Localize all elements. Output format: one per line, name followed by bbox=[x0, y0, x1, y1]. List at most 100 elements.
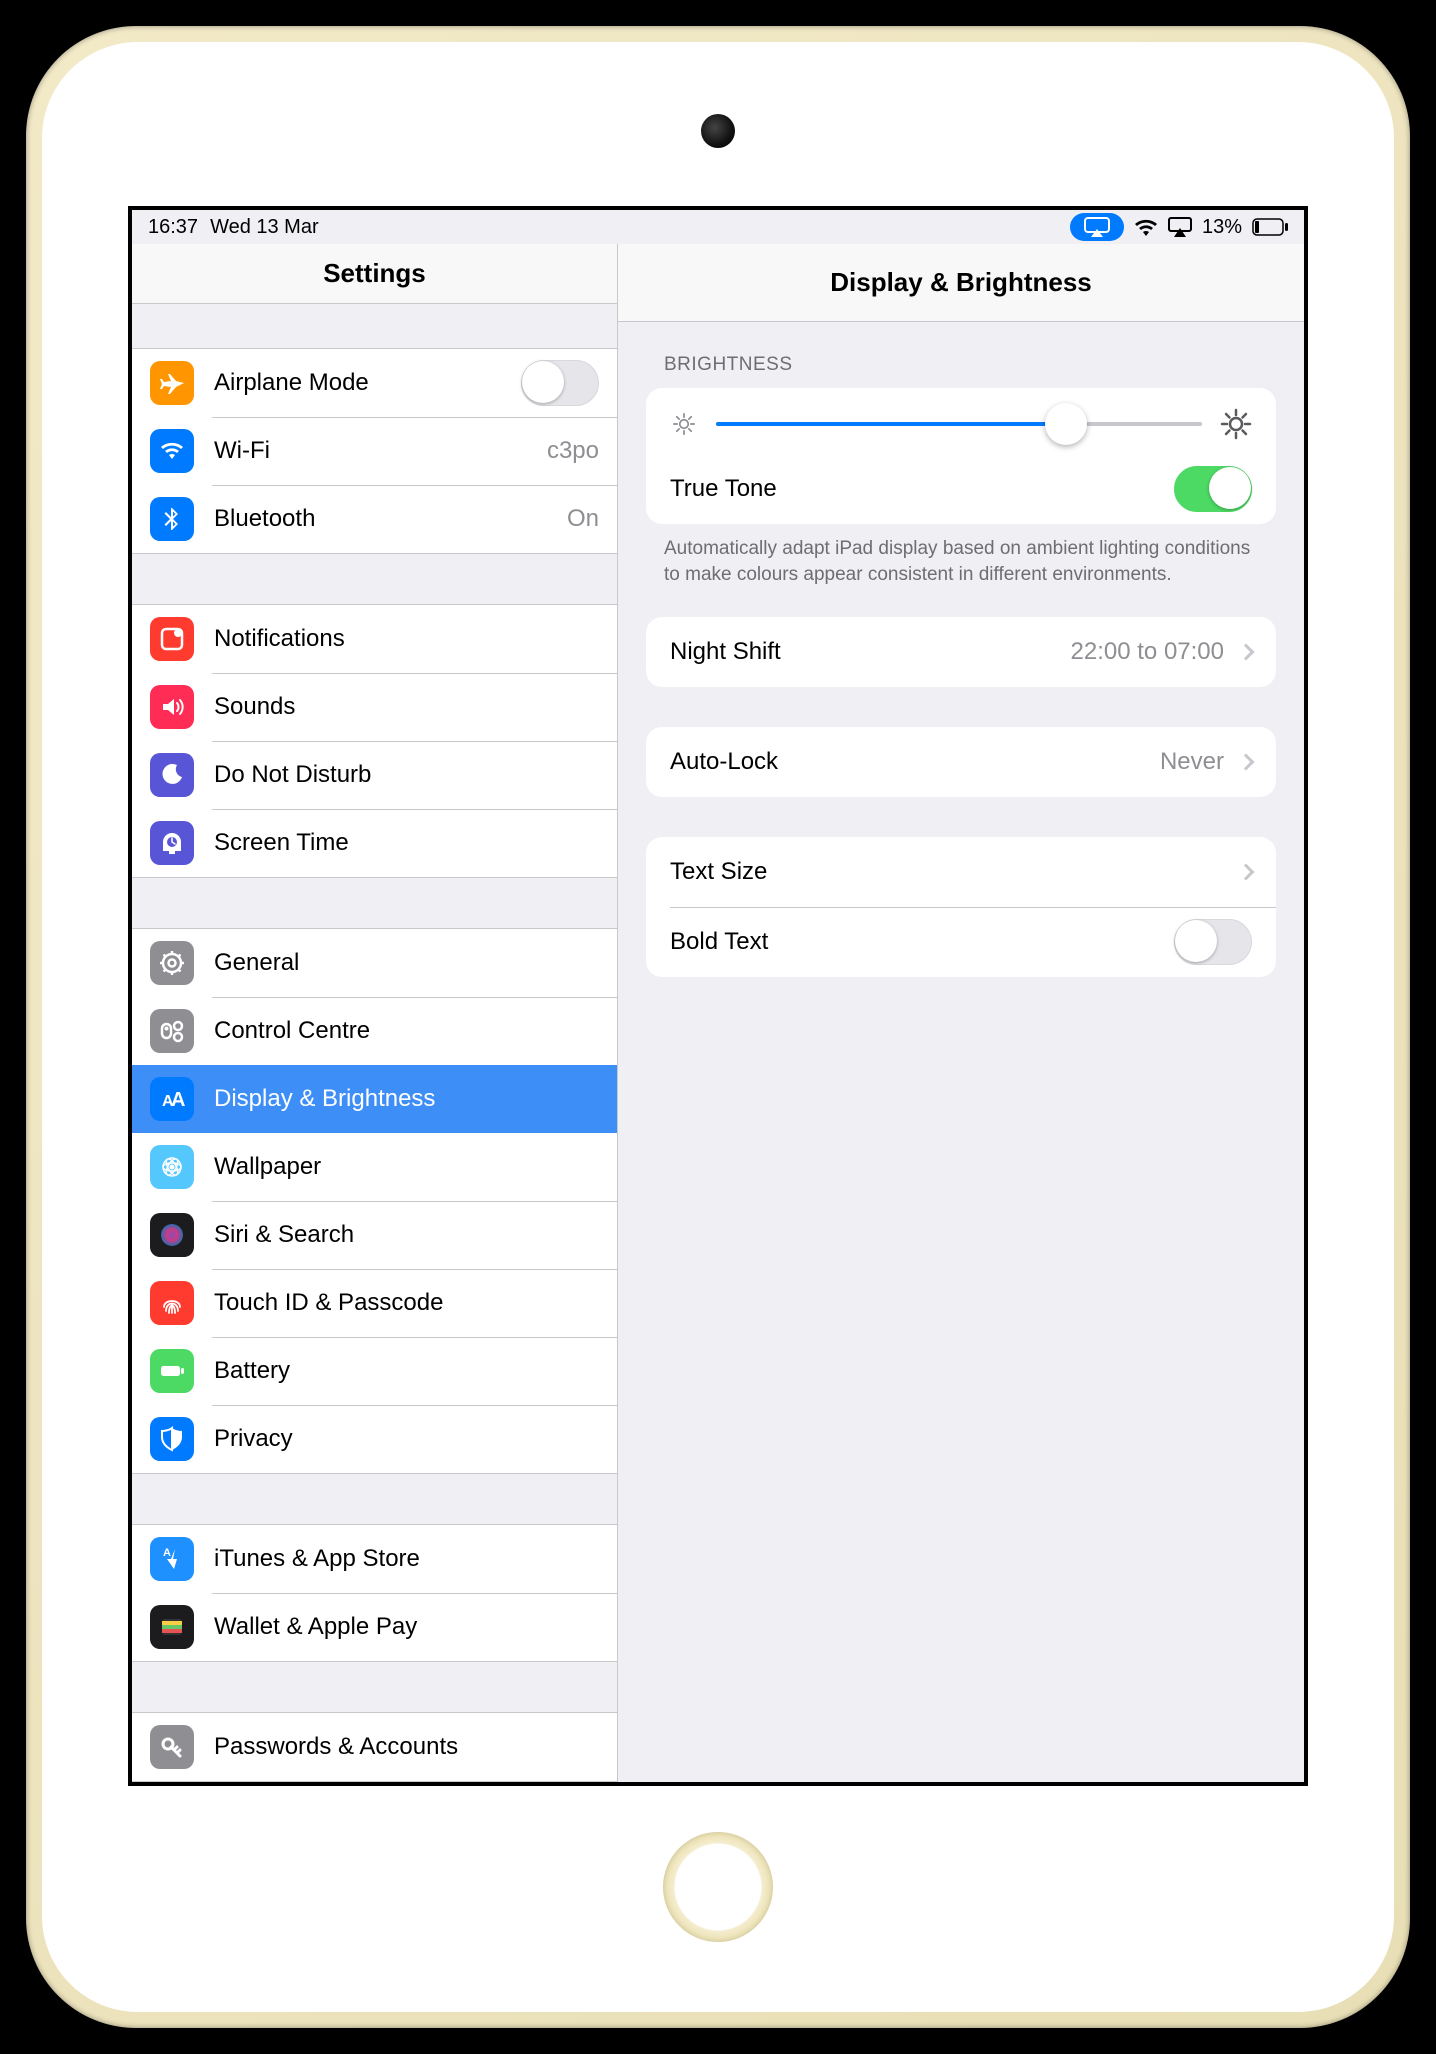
auto-lock-card: Auto-Lock Never bbox=[646, 727, 1276, 797]
sidebar-item-dnd[interactable]: Do Not Disturb bbox=[132, 741, 617, 809]
status-date: Wed 13 Mar bbox=[210, 216, 319, 239]
true-tone-toggle[interactable] bbox=[1174, 466, 1252, 512]
night-shift-row[interactable]: Night Shift 22:00 to 07:00 bbox=[646, 617, 1276, 687]
siri-icon bbox=[150, 1213, 194, 1257]
chevron-right-icon bbox=[1238, 644, 1255, 661]
display-icon: AA bbox=[150, 1077, 194, 1121]
text-size-label: Text Size bbox=[670, 858, 1234, 886]
sidebar-item-label: Bluetooth bbox=[214, 505, 567, 533]
sidebar-item-value: On bbox=[567, 505, 599, 533]
sidebar-item-label: Sounds bbox=[214, 693, 599, 721]
auto-lock-row[interactable]: Auto-Lock Never bbox=[646, 727, 1276, 797]
text-size-row[interactable]: Text Size bbox=[646, 837, 1276, 907]
passwords-icon bbox=[150, 1725, 194, 1769]
true-tone-footer: Automatically adapt iPad display based o… bbox=[646, 536, 1276, 617]
bold-text-label: Bold Text bbox=[670, 928, 1174, 956]
notifications-icon bbox=[150, 617, 194, 661]
detail-title: Display & Brightness bbox=[618, 244, 1304, 322]
sidebar-item-label: Battery bbox=[214, 1357, 599, 1385]
sidebar-item-notifications[interactable]: Notifications bbox=[132, 605, 617, 673]
true-tone-row: True Tone bbox=[646, 454, 1276, 524]
controlcentre-icon bbox=[150, 1009, 194, 1053]
sidebar-item-screentime[interactable]: Screen Time bbox=[132, 809, 617, 877]
detail-pane: Display & Brightness BRIGHTNESS bbox=[618, 244, 1304, 1782]
brightness-header: BRIGHTNESS bbox=[646, 322, 1276, 388]
sidebar-item-label: Control Centre bbox=[214, 1017, 599, 1045]
sidebar-item-wifi[interactable]: Wi-Fic3po bbox=[132, 417, 617, 485]
sounds-icon bbox=[150, 685, 194, 729]
sidebar-item-label: iTunes & App Store bbox=[214, 1545, 599, 1573]
airplane-icon bbox=[150, 361, 194, 405]
sidebar-item-label: Airplane Mode bbox=[214, 369, 521, 397]
sidebar-item-label: Do Not Disturb bbox=[214, 761, 599, 789]
screentime-icon bbox=[150, 821, 194, 865]
sidebar-item-label: General bbox=[214, 949, 599, 977]
sidebar-item-bluetooth[interactable]: BluetoothOn bbox=[132, 485, 617, 553]
bluetooth-icon bbox=[150, 497, 194, 541]
battery-percent: 13% bbox=[1202, 216, 1242, 239]
sidebar-item-privacy[interactable]: Privacy bbox=[132, 1405, 617, 1473]
brightness-slider[interactable] bbox=[716, 422, 1202, 426]
touchid-icon bbox=[150, 1281, 194, 1325]
sidebar-item-label: Touch ID & Passcode bbox=[214, 1289, 599, 1317]
screen-mirroring-pill[interactable] bbox=[1070, 213, 1124, 241]
bold-text-toggle[interactable] bbox=[1174, 919, 1252, 965]
status-bar: 16:37 Wed 13 Mar 13% bbox=[132, 210, 1304, 244]
sidebar-item-label: Wallpaper bbox=[214, 1153, 599, 1181]
night-shift-label: Night Shift bbox=[670, 638, 1071, 666]
sun-large-icon bbox=[1220, 408, 1252, 440]
sidebar-item-sounds[interactable]: Sounds bbox=[132, 673, 617, 741]
auto-lock-value: Never bbox=[1160, 748, 1224, 776]
wifi-icon bbox=[1134, 218, 1158, 236]
airplay-icon bbox=[1168, 217, 1192, 237]
brightness-slider-thumb[interactable] bbox=[1045, 403, 1087, 445]
true-tone-label: True Tone bbox=[670, 475, 1174, 503]
sidebar-item-label: Siri & Search bbox=[214, 1221, 599, 1249]
chevron-right-icon bbox=[1238, 754, 1255, 771]
sidebar-title: Settings bbox=[132, 244, 617, 304]
battery-icon bbox=[150, 1349, 194, 1393]
svg-text:A: A bbox=[171, 1089, 185, 1111]
ipad-frame-inner: 16:37 Wed 13 Mar 13% bbox=[42, 42, 1394, 2012]
home-button[interactable] bbox=[663, 1832, 773, 1942]
sidebar-item-airplane[interactable]: Airplane Mode bbox=[132, 349, 617, 417]
bold-text-row: Bold Text bbox=[646, 907, 1276, 977]
screen-border: 16:37 Wed 13 Mar 13% bbox=[128, 206, 1308, 1786]
night-shift-value: 22:00 to 07:00 bbox=[1071, 638, 1224, 666]
auto-lock-label: Auto-Lock bbox=[670, 748, 1160, 776]
sidebar-item-controlcentre[interactable]: Control Centre bbox=[132, 997, 617, 1065]
ipad-frame-outer: 16:37 Wed 13 Mar 13% bbox=[26, 26, 1410, 2028]
sidebar-item-general[interactable]: General bbox=[132, 929, 617, 997]
wallet-icon bbox=[150, 1605, 194, 1649]
sidebar-item-label: Privacy bbox=[214, 1425, 599, 1453]
front-camera bbox=[701, 114, 735, 148]
sidebar-item-passwords[interactable]: Passwords & Accounts bbox=[132, 1713, 617, 1781]
battery-icon bbox=[1252, 218, 1288, 236]
wallpaper-icon bbox=[150, 1145, 194, 1189]
sidebar-item-siri[interactable]: Siri & Search bbox=[132, 1201, 617, 1269]
sun-small-icon bbox=[672, 412, 696, 436]
sidebar-item-wallet[interactable]: Wallet & Apple Pay bbox=[132, 1593, 617, 1661]
general-icon bbox=[150, 941, 194, 985]
sidebar-item-touchid[interactable]: Touch ID & Passcode bbox=[132, 1269, 617, 1337]
sidebar-item-wallpaper[interactable]: Wallpaper bbox=[132, 1133, 617, 1201]
itunes-icon: A bbox=[150, 1537, 194, 1581]
sidebar-item-display[interactable]: AA Display & Brightness bbox=[132, 1065, 617, 1133]
sidebar-item-value: c3po bbox=[547, 437, 599, 465]
sidebar-item-label: Display & Brightness bbox=[214, 1085, 599, 1113]
chevron-right-icon bbox=[1238, 864, 1255, 881]
brightness-slider-row bbox=[646, 388, 1276, 454]
sidebar-item-label: Passwords & Accounts bbox=[214, 1733, 599, 1761]
sidebar-item-label: Screen Time bbox=[214, 829, 599, 857]
sidebar-item-battery[interactable]: Battery bbox=[132, 1337, 617, 1405]
sidebar-item-label: Wallet & Apple Pay bbox=[214, 1613, 599, 1641]
wifi-icon bbox=[150, 429, 194, 473]
screen: 16:37 Wed 13 Mar 13% bbox=[132, 210, 1304, 1782]
brightness-card: True Tone bbox=[646, 388, 1276, 524]
sidebar-item-label: Notifications bbox=[214, 625, 599, 653]
text-card: Text Size Bold Text bbox=[646, 837, 1276, 977]
airplane-toggle[interactable] bbox=[521, 360, 599, 406]
sidebar: Settings Airplane ModeWi-Fic3poBluetooth… bbox=[132, 244, 618, 1782]
status-time: 16:37 bbox=[148, 216, 198, 239]
sidebar-item-itunes[interactable]: AiTunes & App Store bbox=[132, 1525, 617, 1593]
